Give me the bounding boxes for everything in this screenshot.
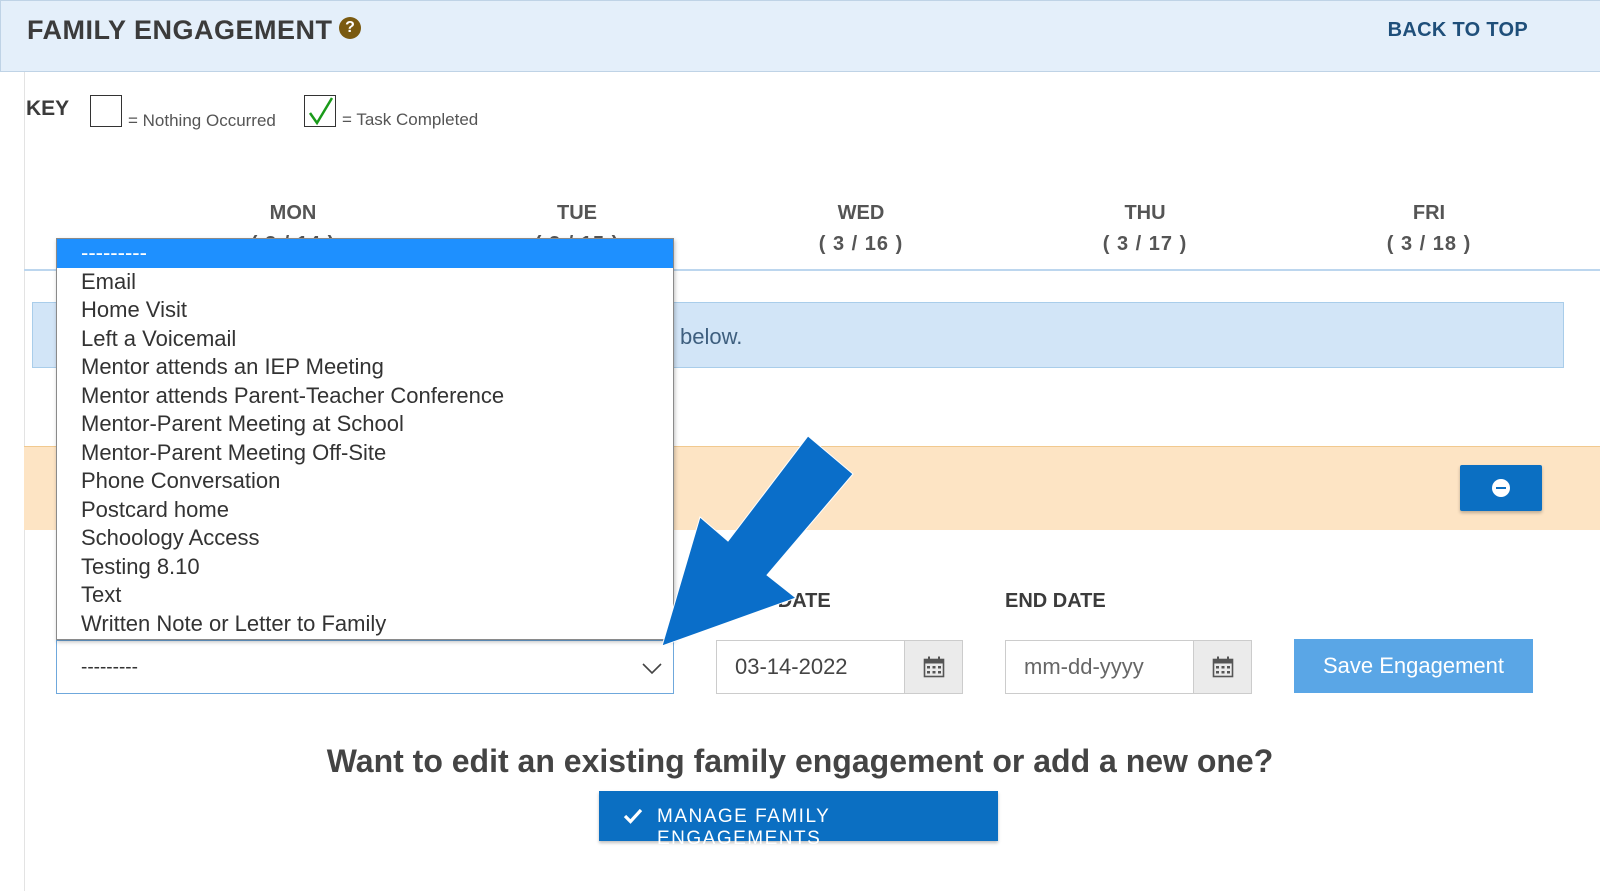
day-name: MON [269, 202, 317, 224]
end-date-input[interactable]: mm-dd-yyyy [1006, 641, 1144, 693]
select-value: --------- [81, 657, 138, 678]
dropdown-option[interactable]: Schoology Access [57, 524, 673, 553]
dropdown-option[interactable]: Home Visit [57, 296, 673, 325]
dropdown-option[interactable]: Mentor attends Parent-Teacher Conference [57, 382, 673, 411]
dropdown-option[interactable]: Left a Voicemail [57, 325, 673, 354]
checkmark-icon [623, 808, 643, 824]
day-header-wed: WED ( 3 / 16 ) [761, 202, 961, 256]
end-date-calendar-button[interactable] [1193, 641, 1251, 693]
minus-circle-icon [1492, 479, 1510, 497]
day-date: ( 3 / 17 ) [1102, 233, 1188, 255]
dropdown-option[interactable]: Phone Conversation [57, 467, 673, 496]
day-name: TUE [557, 202, 597, 224]
section-title: FAMILY ENGAGEMENT [27, 15, 333, 45]
key-task-completed: = Task Completed [342, 110, 479, 129]
day-date: ( 3 / 16 ) [818, 233, 904, 255]
collapse-button[interactable] [1460, 465, 1542, 511]
empty-checkbox-sample [90, 95, 122, 127]
key-nothing-occurred: = Nothing Occurred [128, 111, 276, 130]
dropdown-option[interactable]: Mentor-Parent Meeting at School [57, 410, 673, 439]
day-date: ( 3 / 18 ) [1386, 233, 1472, 255]
day-name: FRI [1412, 202, 1446, 224]
start-date-label: T DATE [760, 590, 831, 612]
dropdown-option[interactable]: Email [57, 268, 673, 297]
edit-prompt: Want to edit an existing family engageme… [326, 743, 1274, 779]
question-circle-icon[interactable]: ? [339, 17, 361, 39]
dropdown-option[interactable]: Mentor attends an IEP Meeting [57, 353, 673, 382]
section-header: FAMILY ENGAGEMENT ? BACK TO TOP [0, 0, 1600, 72]
day-header-fri: FRI ( 3 / 18 ) [1329, 202, 1529, 256]
day-name: THU [1124, 202, 1166, 224]
save-engagement-button[interactable]: Save Engagement [1294, 639, 1533, 693]
start-date-calendar-button[interactable] [904, 641, 962, 693]
end-date-group: mm-dd-yyyy [1005, 640, 1252, 694]
dropdown-option[interactable]: Written Note or Letter to Family [57, 610, 673, 639]
dropdown-option[interactable]: --------- [57, 239, 673, 268]
engagement-type-dropdown[interactable]: --------- Email Home Visit Left a Voicem… [56, 238, 674, 640]
start-date-group: 03-14-2022 [716, 640, 963, 694]
manage-engagements-button[interactable]: MANAGE FAMILY ENGAGEMENTS [599, 791, 998, 849]
calendar-icon [1212, 656, 1234, 678]
engagement-type-select[interactable]: --------- [56, 640, 674, 694]
checked-checkbox-sample [304, 95, 336, 127]
dropdown-option[interactable]: Postcard home [57, 496, 673, 525]
checkmark-icon [308, 97, 334, 126]
dropdown-option[interactable]: Testing 8.10 [57, 553, 673, 582]
dropdown-option[interactable]: Text [57, 581, 673, 610]
start-date-input[interactable]: 03-14-2022 [717, 641, 848, 693]
day-name: WED [837, 202, 885, 224]
info-banner-text: below. [680, 324, 743, 349]
day-header-thu: THU ( 3 / 17 ) [1045, 202, 1245, 256]
manage-button-label: MANAGE FAMILY ENGAGEMENTS [657, 806, 830, 849]
end-date-label: END DATE [1005, 590, 1106, 612]
back-to-top-link[interactable]: BACK TO TOP [1388, 19, 1528, 42]
chevron-down-icon [642, 663, 662, 675]
key-label: KEY [26, 97, 70, 120]
dropdown-option[interactable]: Mentor-Parent Meeting Off-Site [57, 439, 673, 468]
calendar-icon [923, 656, 945, 678]
